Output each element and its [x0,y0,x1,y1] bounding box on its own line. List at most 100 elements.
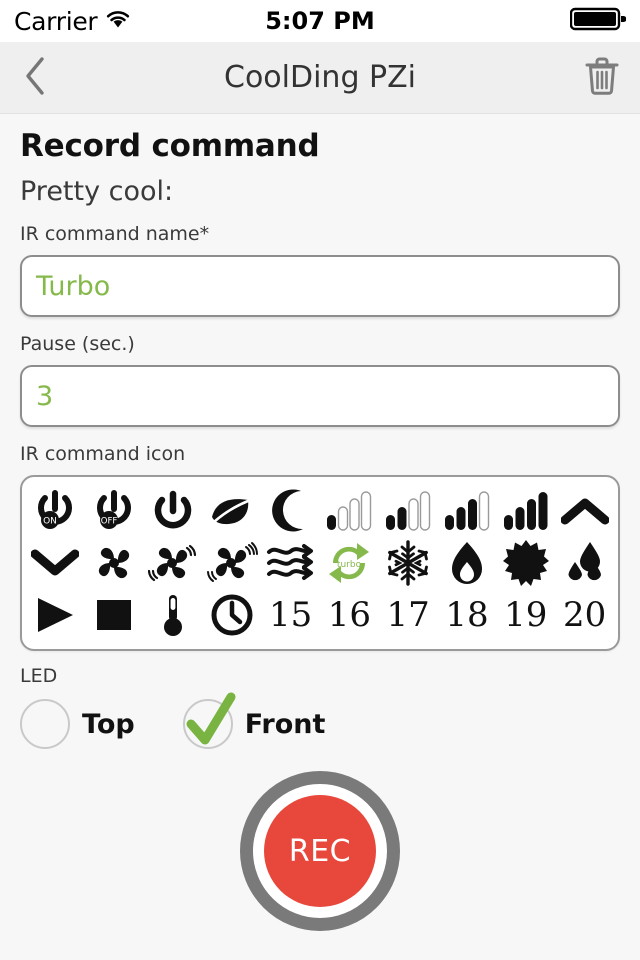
svg-text:ON: ON [43,517,57,527]
moon-icon [270,488,312,534]
record-button-inner: REC [264,795,376,907]
icon-picker-row: turbo [26,537,614,589]
temp-15-icon: 15 [268,595,313,635]
fan-speed-2-icon [383,490,433,532]
fan-speed-4-icon-cell[interactable] [496,485,555,537]
fan-fast-icon-cell[interactable] [202,537,261,589]
power-icon-cell[interactable] [144,485,203,537]
trash-icon [583,55,621,101]
leaf-icon [208,491,256,531]
sun-icon [502,540,549,586]
fan-speed-1-icon [324,490,374,532]
stop-icon [92,595,136,635]
page-subtitle: Pretty cool: [20,176,174,207]
ir-command-name-input[interactable]: Turbo [20,255,620,317]
temp-19-icon-cell[interactable]: 19 [496,589,555,641]
led-label: LED [20,665,58,687]
ir-command-icon-label: IR command icon [20,443,186,465]
radio-checked-icon[interactable] [182,692,236,749]
temp-18-icon-cell[interactable]: 18 [438,589,497,641]
chevron-down-icon-cell[interactable] [26,537,85,589]
airflow-icon-cell[interactable] [261,537,320,589]
led-option-top-label: Top [82,708,135,740]
ir-command-name-value: Turbo [36,270,111,302]
turbo-icon: turbo [325,540,373,586]
flame-icon [449,540,485,586]
icon-picker-row: ON OFF [26,485,614,537]
ir-command-name-label: IR command name* [20,223,210,245]
status-bar: Carrier 5:07 PM [0,0,640,42]
chevron-up-icon-cell[interactable] [555,485,614,537]
carrier-label: Carrier [14,6,98,36]
led-option-front-label: Front [244,708,326,740]
clock-icon-cell[interactable] [202,589,261,641]
battery-full-icon [569,6,627,36]
led-option-top[interactable]: Top [20,699,135,749]
svg-text:OFF: OFF [101,517,118,527]
record-button-wrap: REC [20,771,620,931]
thermometer-icon [160,592,186,638]
svg-text:turbo: turbo [337,560,362,570]
icon-picker-grid[interactable]: ON OFF turbo 15 16 17 18 19 20 [20,475,620,651]
delete-button[interactable] [564,55,640,101]
fan-fast-icon [206,540,258,586]
temp-18-icon: 18 [445,595,489,635]
flame-icon-cell[interactable] [438,537,497,589]
sun-icon-cell[interactable] [496,537,555,589]
fan-spinning-icon-cell[interactable] [144,537,203,589]
pause-input[interactable]: 3 [20,365,620,427]
stop-icon-cell[interactable] [85,589,144,641]
humidity-drops-icon-cell[interactable] [555,537,614,589]
temp-17-icon: 17 [386,595,430,635]
temp-19-icon: 19 [504,595,548,635]
pause-value: 3 [36,380,54,412]
led-option-front[interactable]: Front [182,692,326,749]
power-on-icon: ON [32,488,78,534]
temp-17-icon-cell[interactable]: 17 [379,589,438,641]
fan-icon-cell[interactable] [85,537,144,589]
temp-15-icon-cell[interactable]: 15 [261,589,320,641]
form-content: Record command Pretty cool: IR command n… [0,114,640,931]
fan-speed-4-icon [501,490,551,532]
fan-speed-2-icon-cell[interactable] [379,485,438,537]
clock-icon [209,592,255,638]
page-heading: Record command [20,128,320,164]
play-icon [33,595,77,635]
fan-icon [92,541,136,585]
record-button-label: REC [288,833,352,869]
fan-speed-3-icon [442,490,492,532]
fan-spinning-icon [147,541,198,585]
chevron-up-icon [560,496,609,526]
temp-20-icon-cell[interactable]: 20 [555,589,614,641]
temp-16-icon: 16 [327,595,372,635]
temp-16-icon-cell[interactable]: 16 [320,589,379,641]
record-button[interactable]: REC [240,771,400,931]
led-radio-group: Top Front [20,692,620,749]
app-screen: Carrier 5:07 PM CoolDing PZi Record comm… [0,0,640,960]
thermometer-icon-cell[interactable] [144,589,203,641]
moon-icon-cell[interactable] [261,485,320,537]
icon-picker-row: 15 16 17 18 19 20 [26,589,614,641]
snowflake-icon-cell[interactable] [379,537,438,589]
wifi-icon [105,9,131,33]
page-title-navbar: CoolDing PZi [224,60,416,95]
navigation-bar: CoolDing PZi [0,42,640,114]
fan-speed-1-icon-cell[interactable] [320,485,379,537]
chevron-down-icon [31,548,80,578]
back-button[interactable] [0,55,72,101]
status-bar-left: Carrier [14,7,131,36]
play-icon-cell[interactable] [26,589,85,641]
power-off-icon-cell[interactable]: OFF [85,485,144,537]
chevron-left-icon [23,55,49,101]
radio-unchecked-icon[interactable] [20,699,70,749]
airflow-icon [266,542,316,584]
turbo-icon-cell[interactable]: turbo [320,537,379,589]
pause-label: Pause (sec.) [20,333,135,355]
status-bar-right [569,6,627,36]
humidity-drops-icon [563,540,607,586]
snowflake-icon [385,540,431,586]
fan-speed-3-icon-cell[interactable] [438,485,497,537]
power-on-icon-cell[interactable]: ON [26,485,85,537]
leaf-icon-cell[interactable] [202,485,261,537]
temp-20-icon: 20 [562,595,607,635]
